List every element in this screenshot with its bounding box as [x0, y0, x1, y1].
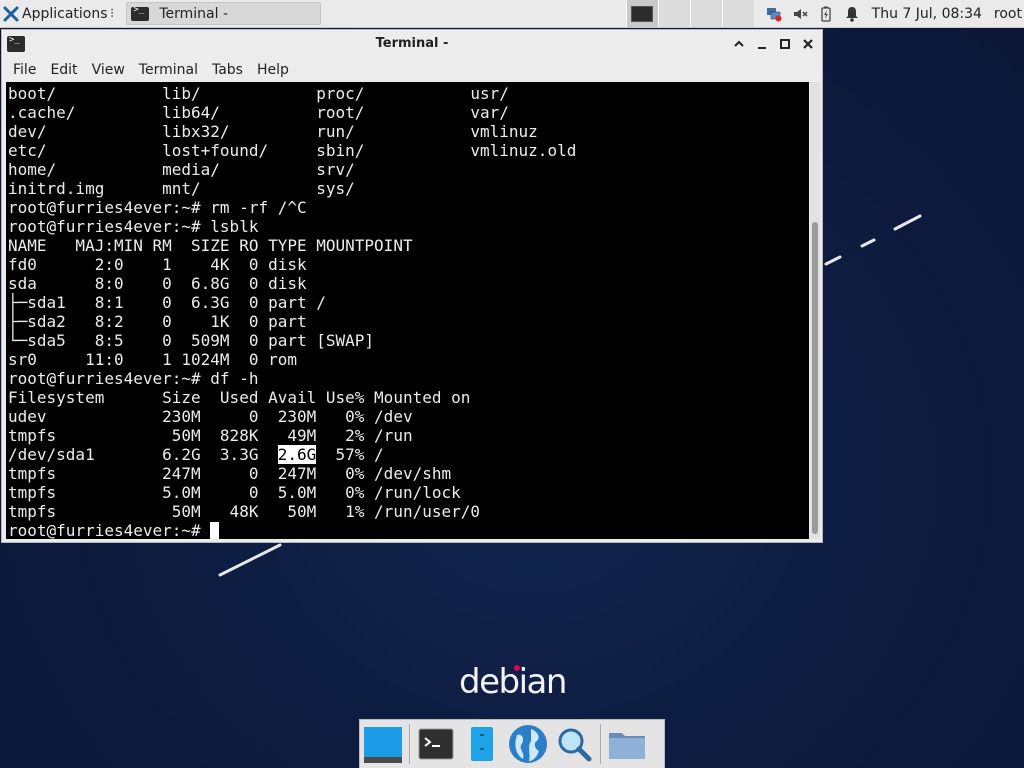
- applications-label: Applications: [22, 5, 108, 22]
- taskbar-terminal-label: Terminal -: [159, 5, 228, 22]
- dock-show-desktop[interactable]: [360, 721, 406, 767]
- xfce-logo-icon: [3, 6, 19, 21]
- terminal-line: Filesystem Size Used Avail Use% Mounted …: [8, 388, 471, 407]
- terminal-line: root@furries4ever:~# rm -rf /^C: [8, 198, 307, 217]
- network-disconnected-icon[interactable]: [766, 6, 782, 22]
- terminal-scrollbar[interactable]: [810, 82, 820, 539]
- battery-charging-icon[interactable]: [818, 6, 834, 22]
- terminal-output[interactable]: boot/ lib/ proc/ usr/.cache/ lib64/ root…: [6, 82, 809, 539]
- menu-file[interactable]: File: [6, 62, 43, 78]
- dock-home-folder[interactable]: [604, 721, 650, 767]
- terminal-line: dev/ libx32/ run/ vmlinuz: [8, 122, 538, 141]
- close-button[interactable]: [799, 35, 816, 52]
- workspace-2[interactable]: [657, 0, 690, 27]
- terminal-line: boot/ lib/ proc/ usr/: [8, 84, 509, 103]
- debian-logo-dot: [514, 665, 520, 671]
- dock-terminal[interactable]: [413, 721, 459, 767]
- terminal-line: root@furries4ever:~# lsblk: [8, 217, 259, 236]
- scrollbar-thumb[interactable]: [812, 222, 818, 534]
- terminal-line: sr0 11:0 1 1024M 0 rom: [8, 350, 297, 369]
- top-panel: Applications ⠇ Terminal - Thu 7 Jul, 08:…: [0, 0, 1024, 28]
- web-browser-icon: [509, 725, 547, 763]
- terminal-window: Terminal - File Edit View Terminal Tabs …: [1, 29, 823, 543]
- terminal-text: boot/ lib/ proc/ usr/.cache/ lib64/ root…: [6, 82, 809, 539]
- terminal-line: tmpfs 247M 0 247M 0% /dev/shm: [8, 464, 452, 483]
- menu-tabs[interactable]: Tabs: [205, 62, 250, 78]
- window-controls: [730, 35, 816, 52]
- dock: [359, 719, 665, 768]
- menu-terminal[interactable]: Terminal: [132, 62, 205, 78]
- user-menu[interactable]: root: [994, 6, 1022, 22]
- terminal-line: root@furries4ever:~#: [8, 521, 809, 539]
- minimize-button[interactable]: [753, 35, 770, 52]
- window-titlebar[interactable]: Terminal -: [2, 30, 822, 57]
- selected-text: 2.6G: [277, 445, 317, 464]
- terminal-line: ├─sda2 8:2 0 1K 0 part: [8, 312, 307, 331]
- terminal-line: └─sda5 8:5 0 509M 0 part [SWAP]: [8, 331, 375, 350]
- terminal-line: root@furries4ever:~# df -h: [8, 369, 259, 388]
- taskbar-terminal-button[interactable]: Terminal -: [126, 2, 322, 25]
- terminal-line: ├─sda1 8:1 0 6.3G 0 part /: [8, 293, 326, 312]
- app-finder-icon: [558, 728, 592, 762]
- menu-bar: File Edit View Terminal Tabs Help: [2, 57, 822, 82]
- window-title: Terminal -: [375, 36, 449, 51]
- maximize-button[interactable]: [776, 35, 793, 52]
- menu-help[interactable]: Help: [250, 62, 296, 78]
- terminal-line: initrd.img mnt/ sys/: [8, 179, 355, 198]
- clock[interactable]: Thu 7 Jul, 08:34: [872, 6, 982, 22]
- file-manager-icon: [471, 727, 493, 761]
- terminal-line: sda 8:0 0 6.8G 0 disk: [8, 274, 307, 293]
- desktop-icon: [364, 727, 402, 763]
- terminal-cursor: [210, 522, 220, 539]
- menu-edit[interactable]: Edit: [43, 62, 84, 78]
- workspace-switcher[interactable]: [625, 0, 754, 27]
- terminal-line: .cache/ lib64/ root/ var/: [8, 103, 509, 122]
- chevron-up-icon[interactable]: [730, 35, 747, 52]
- workspace-4[interactable]: [721, 0, 754, 27]
- terminal-icon: [418, 728, 454, 760]
- terminal-line: etc/ lost+found/ sbin/ vmlinuz.old: [8, 141, 577, 160]
- volume-muted-icon[interactable]: [792, 6, 808, 22]
- applications-menu-button[interactable]: Applications ⠇: [0, 0, 124, 27]
- menu-view[interactable]: View: [85, 62, 132, 78]
- debian-logo: debian: [459, 662, 567, 702]
- notification-bell-icon[interactable]: [844, 6, 860, 22]
- terminal-line: tmpfs 50M 48K 50M 1% /run/user/0: [8, 502, 481, 521]
- terminal-icon: [131, 5, 150, 21]
- terminal-line: tmpfs 50M 828K 49M 2% /run: [8, 426, 413, 445]
- dock-web-browser[interactable]: [505, 721, 551, 767]
- terminal-line: fd0 2:0 1 4K 0 disk: [8, 255, 307, 274]
- terminal-line: udev 230M 0 230M 0% /dev: [8, 407, 413, 426]
- dock-file-manager[interactable]: [459, 721, 505, 767]
- workspace-3[interactable]: [689, 0, 722, 27]
- workspace-1[interactable]: [625, 0, 658, 27]
- terminal-line: NAME MAJ:MIN RM SIZE RO TYPE MOUNTPOINT: [8, 236, 413, 255]
- dock-app-finder[interactable]: [551, 721, 597, 767]
- system-tray: [766, 6, 860, 22]
- terminal-line: home/ media/ srv/: [8, 160, 355, 179]
- home-folder-icon: [609, 733, 645, 759]
- terminal-line: /dev/sda1 6.2G 3.3G 2.6G 57% /: [8, 445, 384, 464]
- panel-separator: ⠇: [109, 6, 119, 21]
- terminal-icon: [7, 35, 25, 52]
- terminal-line: tmpfs 5.0M 0 5.0M 0% /run/lock: [8, 483, 461, 502]
